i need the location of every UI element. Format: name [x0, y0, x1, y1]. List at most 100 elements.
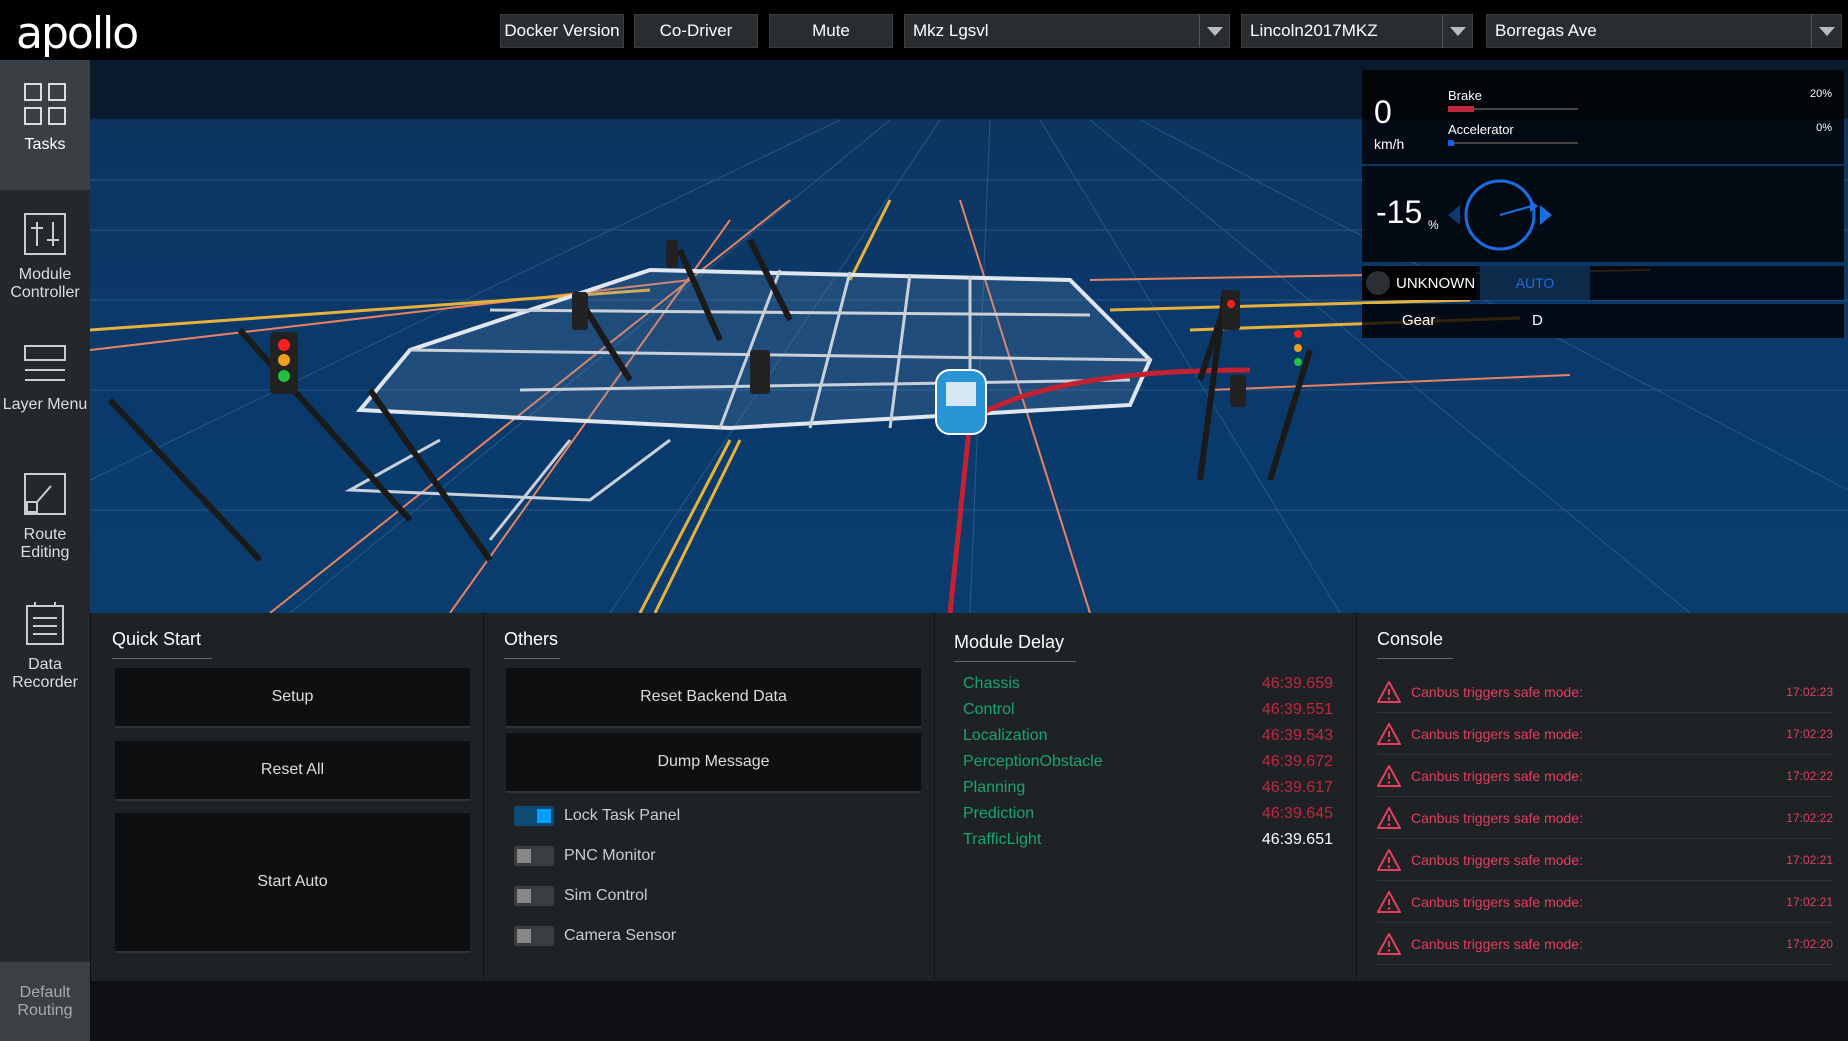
camera-sensor-label: Camera Sensor [564, 927, 677, 944]
pnc-monitor-label: PNC Monitor [564, 847, 656, 864]
console-message: Canbus triggers safe mode: [1411, 767, 1583, 784]
reset-backend-data-button[interactable]: Reset Backend Data [506, 668, 921, 728]
brake-value: 20% [1809, 88, 1832, 100]
gear-panel: Gear D [1362, 304, 1844, 338]
console-message: Canbus triggers safe mode: [1411, 935, 1583, 952]
delay-module-name: Localization [963, 727, 1048, 744]
console-row: Canbus triggers safe mode: 17:02:20 [1377, 923, 1833, 965]
module-delay-panel: Module Delay Chassis 46:39.659 Control 46:… [934, 613, 1356, 981]
mode-status: UNKNOWN [1362, 266, 1476, 300]
console-message: Canbus triggers safe mode: [1411, 809, 1583, 826]
console-time: 17:02:23 [1786, 684, 1833, 699]
others-panel: Others Reset Backend Data Dump Message L… [483, 613, 934, 981]
sidebar-item-label: Layer Menu [2, 396, 88, 413]
mode-select[interactable]: Mkz Lgsvl [904, 14, 1230, 48]
vehicle-select[interactable]: Lincoln2017MKZ [1241, 14, 1473, 48]
console-time: 17:02:21 [1786, 894, 1833, 909]
console-row: Canbus triggers safe mode: 17:02:21 [1377, 839, 1833, 881]
pnc-monitor-toggle[interactable] [514, 846, 554, 866]
co-driver-button[interactable]: Co-Driver [634, 14, 758, 48]
apollo-logo: apollo [16, 8, 139, 59]
delay-value: 46:39.617 [1261, 779, 1333, 796]
map-select[interactable]: Borregas Ave [1486, 14, 1842, 48]
sidebar-item-tasks[interactable]: Tasks [0, 60, 90, 190]
brake-bar [1448, 106, 1578, 112]
console-time: 17:02:20 [1786, 936, 1833, 951]
route-editing-icon [24, 473, 66, 515]
delay-module-name: Planning [963, 779, 1026, 796]
module-delay-title: Module Delay [954, 632, 1076, 662]
console-row: Canbus triggers safe mode: 17:02:23 [1377, 713, 1833, 755]
default-routing-button[interactable]: Default Routing [0, 962, 90, 1041]
top-bar: apollo Docker Version Co-Driver Mute Mkz… [0, 0, 1848, 60]
delay-row: Localization 46:39.543 [963, 727, 1333, 745]
sidebar-item-label: Data Recorder [12, 656, 78, 691]
console-time: 17:02:21 [1786, 852, 1833, 867]
accelerator-label: Accelerator [1448, 122, 1514, 137]
sidebar: Tasks Module Controller Layer Menu Route… [0, 60, 90, 1041]
speed-value: 0 [1374, 94, 1392, 130]
map-select-value: Borregas Ave [1495, 21, 1597, 40]
mute-button[interactable]: Mute [769, 14, 893, 48]
accelerator-bar [1448, 140, 1578, 146]
start-auto-button[interactable]: Start Auto [115, 813, 470, 953]
others-title: Others [504, 629, 560, 659]
accelerator-bar-fill [1448, 140, 1454, 146]
steering-panel: -15 % [1362, 166, 1844, 262]
console-time: 17:02:22 [1786, 768, 1833, 783]
vehicle-select-value: Lincoln2017MKZ [1250, 21, 1378, 40]
warning-icon [1377, 848, 1401, 871]
steering-wheel-icon [1448, 179, 1552, 251]
setup-button[interactable]: Setup [115, 668, 470, 728]
docker-version-button[interactable]: Docker Version [500, 14, 624, 48]
warning-icon [1377, 890, 1401, 913]
driving-mode-panel: UNKNOWN AUTO [1362, 266, 1844, 300]
lock-task-panel-toggle[interactable] [514, 806, 554, 826]
sidebar-item-layer-menu[interactable]: Layer Menu [0, 320, 90, 450]
console-message: Canbus triggers safe mode: [1411, 725, 1583, 742]
console-title: Console [1377, 629, 1453, 659]
delay-module-name: Chassis [963, 675, 1020, 692]
chevron-down-icon[interactable] [1811, 15, 1841, 47]
accelerator-value: 0% [1816, 122, 1832, 134]
console-message: Canbus triggers safe mode: [1411, 893, 1583, 910]
chevron-down-icon[interactable] [1442, 15, 1472, 47]
console-row: Canbus triggers safe mode: 17:02:23 [1377, 671, 1833, 713]
sidebar-item-data-recorder[interactable]: Data Recorder [0, 580, 90, 710]
lock-task-panel-label: Lock Task Panel [564, 807, 681, 824]
quick-start-title: Quick Start [112, 629, 212, 659]
console-time: 17:02:22 [1786, 810, 1833, 825]
console-message: Canbus triggers safe mode: [1411, 683, 1583, 700]
speed-unit: km/h [1374, 136, 1405, 152]
warning-icon [1377, 806, 1401, 829]
warning-icon [1377, 764, 1401, 787]
mode-auto-label: AUTO [1480, 266, 1590, 300]
camera-sensor-toggle[interactable] [514, 926, 554, 946]
mode-select-value: Mkz Lgsvl [913, 21, 989, 40]
delay-row: Control 46:39.551 [963, 701, 1333, 719]
mode-status-label: UNKNOWN [1396, 274, 1476, 292]
sidebar-item-label: Route Editing [20, 526, 70, 561]
delay-value: 46:39.551 [1261, 701, 1333, 718]
console-row: Canbus triggers safe mode: 17:02:22 [1377, 755, 1833, 797]
delay-value: 46:39.672 [1261, 753, 1333, 770]
sidebar-item-route-editing[interactable]: Route Editing [0, 450, 90, 580]
reset-all-button[interactable]: Reset All [115, 741, 470, 801]
steering-value: -15 [1376, 194, 1423, 230]
quick-start-panel: Quick Start Setup Reset All Start Auto [90, 613, 483, 981]
delay-module-name: Prediction [963, 805, 1035, 822]
map-scene-view[interactable]: 0 km/h Brake 20% Accelerator 0% -15 % UN… [90, 60, 1848, 613]
delay-row: Planning 46:39.617 [963, 779, 1333, 797]
gear-value: D [1532, 312, 1543, 329]
tasks-icon [24, 83, 66, 125]
gear-label: Gear [1402, 312, 1436, 329]
delay-value: 46:39.645 [1261, 805, 1333, 822]
sim-control-toggle[interactable] [514, 886, 554, 906]
console-time: 17:02:23 [1786, 726, 1833, 741]
delay-row: Prediction 46:39.645 [963, 805, 1333, 823]
sidebar-item-module-controller[interactable]: Module Controller [0, 190, 90, 320]
dump-message-button[interactable]: Dump Message [506, 733, 921, 793]
chevron-down-icon[interactable] [1199, 15, 1229, 47]
warning-icon [1377, 680, 1401, 703]
steering-unit: % [1428, 218, 1439, 232]
